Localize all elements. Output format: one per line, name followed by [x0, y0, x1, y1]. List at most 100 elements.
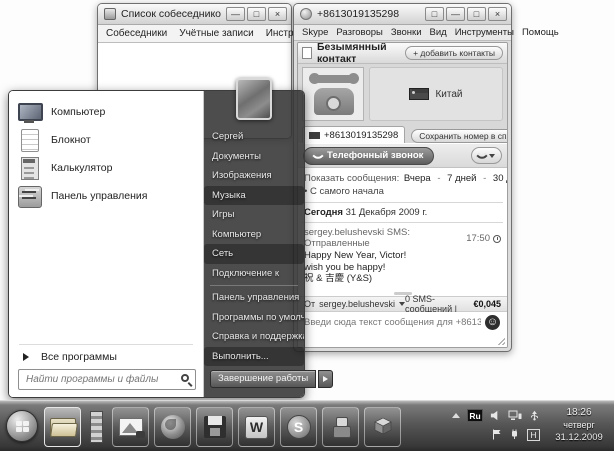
contact-page-icon: [302, 47, 312, 59]
filters-label: Показать сообщения:: [304, 173, 399, 184]
start-item-computer[interactable]: Компьютер: [17, 99, 195, 125]
save-number-button[interactable]: Сохранить номер в списке контактов: [411, 129, 508, 143]
taskbar-browser-button[interactable]: [154, 407, 191, 447]
today-label: Сегодня: [304, 207, 343, 218]
menu-view[interactable]: Вид: [430, 27, 447, 38]
history-filters: Показать сообщения: Вчера - 7 дней - 30 …: [298, 168, 507, 185]
menu-accounts[interactable]: Учётные записи: [179, 28, 254, 39]
view-toggle-button[interactable]: □: [425, 7, 444, 21]
user-avatar[interactable]: [236, 78, 272, 120]
arrow-right-icon: [23, 353, 29, 361]
minimize-button[interactable]: —: [446, 7, 465, 21]
all-programs-label: Все программы: [41, 351, 117, 363]
start-item-games[interactable]: Игры: [204, 205, 304, 225]
compose-area[interactable]: Введи сюда текст сообщения для +86130191…: [298, 312, 507, 348]
volume-icon[interactable]: [490, 410, 501, 421]
start-item-music[interactable]: Музыка: [204, 186, 304, 206]
network-icon[interactable]: [508, 410, 522, 421]
sms-bar: От sergey.belushevski 0 SMS-сообщений | …: [298, 296, 507, 312]
maximize-button[interactable]: □: [467, 7, 486, 21]
skype-body: Безымянный контакт + добавить контакты К…: [297, 42, 508, 348]
action-center-icon[interactable]: [492, 429, 502, 440]
cube-icon: [373, 417, 393, 437]
number-tab[interactable]: +8613019135298: [302, 126, 405, 143]
start-item-connect-to[interactable]: Подключение к: [204, 264, 304, 284]
call-button-label: Телефонный звонок: [327, 150, 423, 161]
close-button[interactable]: ×: [488, 7, 507, 21]
contacts-menubar: Собеседники Учётные записи Инструменты: [98, 25, 291, 43]
usb-icon[interactable]: [529, 410, 540, 421]
menu-conversations[interactable]: Разговоры: [336, 27, 382, 38]
taskbar-virtualbox-button[interactable]: [364, 407, 401, 447]
taskbar-explorer-button[interactable]: [44, 407, 81, 447]
desktop: Список собеседников — □ × Собеседники Уч…: [0, 0, 614, 451]
taskbar-skype-button[interactable]: S: [280, 407, 317, 447]
divider: [210, 285, 298, 286]
taskbar-robot-app-button[interactable]: [322, 407, 359, 447]
filter-30-days[interactable]: 30 дней: [493, 173, 508, 184]
minimize-button[interactable]: —: [226, 7, 245, 21]
start-item-calculator[interactable]: Калькулятор: [17, 155, 195, 181]
pinned-strip-icon[interactable]: [90, 411, 103, 443]
maximize-button[interactable]: □: [247, 7, 266, 21]
contacts-app-icon: [104, 8, 116, 20]
filter-yesterday[interactable]: Вчера: [404, 173, 431, 184]
arrow-right-icon: [323, 376, 328, 382]
number-tab-row: +8613019135298 Сохранить номер в списке …: [298, 124, 507, 143]
sms-counter: 0 SMS-сообщений |: [405, 294, 470, 314]
clock-weekday: четверг: [548, 419, 610, 431]
start-item-control-panel[interactable]: Панель управления: [204, 288, 304, 308]
call-options-button[interactable]: [471, 147, 502, 164]
skype-titlebar[interactable]: +8613019135298 □ — □ ×: [294, 4, 511, 25]
message-line: wish you be happy!: [298, 262, 507, 274]
start-item-label: Компьютер: [51, 106, 105, 118]
start-item-run[interactable]: Выполнить...: [204, 347, 304, 367]
start-item-default-programs[interactable]: Программы по умолчанию: [204, 308, 304, 328]
taskbar-word-button[interactable]: W: [238, 407, 275, 447]
all-programs-button[interactable]: Все программы: [23, 351, 117, 363]
start-item-help-support[interactable]: Справка и поддержка: [204, 327, 304, 347]
sms-sender-dropdown[interactable]: sergey.belushevski: [319, 299, 395, 309]
start-item-user[interactable]: Сергей: [204, 127, 304, 147]
start-item-control-panel[interactable]: Панель управления: [17, 183, 195, 209]
language-indicator[interactable]: Ru: [467, 409, 483, 422]
start-item-pictures[interactable]: Изображения: [204, 166, 304, 186]
add-contacts-button[interactable]: + добавить контакты: [405, 46, 503, 60]
start-item-notepad[interactable]: Блокнот: [17, 127, 195, 153]
power-icon[interactable]: [509, 429, 520, 440]
start-button[interactable]: [6, 410, 38, 442]
menu-skype[interactable]: Skype: [302, 27, 328, 38]
contacts-titlebar[interactable]: Список собеседников — □ ×: [98, 4, 291, 25]
start-item-network[interactable]: Сеть: [204, 244, 304, 264]
taskbar-photo-viewer-button[interactable]: [112, 407, 149, 447]
filter-7-days[interactable]: 7 дней: [447, 173, 476, 184]
divider: [302, 202, 503, 203]
call-button[interactable]: Телефонный звонок: [303, 147, 434, 165]
compose-placeholder[interactable]: Введи сюда текст сообщения для +86130191…: [304, 317, 481, 328]
emoticon-button[interactable]: ☺: [485, 315, 500, 330]
skype-icon: S: [287, 415, 311, 439]
menu-help[interactable]: Помощь: [522, 27, 559, 38]
shutdown-options-button[interactable]: [318, 370, 333, 388]
menu-tools[interactable]: Инструменты: [455, 27, 514, 38]
from-start-link[interactable]: • С самого начала: [298, 185, 507, 201]
menu-calls[interactable]: Звонки: [391, 27, 422, 38]
shutdown-button[interactable]: Завершение работы: [210, 370, 316, 388]
clock-icon: [493, 235, 501, 243]
start-item-documents[interactable]: Документы: [204, 147, 304, 167]
close-button[interactable]: ×: [268, 7, 287, 21]
system-tray: Ru: [452, 406, 610, 444]
h-badge[interactable]: H: [527, 429, 540, 441]
resize-grip[interactable]: [495, 335, 505, 345]
contact-profile-row: Китай: [298, 64, 507, 124]
skype-menubar: Skype Разговоры Звонки Вид Инструменты П…: [294, 25, 511, 41]
message-sender: sergey.belushevski SMS: Отправленные: [304, 227, 466, 249]
tray-expand-icon[interactable]: [452, 413, 460, 418]
search-input[interactable]: [18, 369, 196, 390]
search-icon: [181, 374, 189, 382]
menu-sobesedniki[interactable]: Собеседники: [106, 28, 167, 39]
start-item-computer[interactable]: Компьютер: [204, 225, 304, 245]
taskbar-save-tool-button[interactable]: [196, 407, 233, 447]
start-item-label: Блокнот: [51, 134, 91, 146]
taskbar-clock[interactable]: 18:26 четверг 31.12.2009: [548, 406, 610, 444]
